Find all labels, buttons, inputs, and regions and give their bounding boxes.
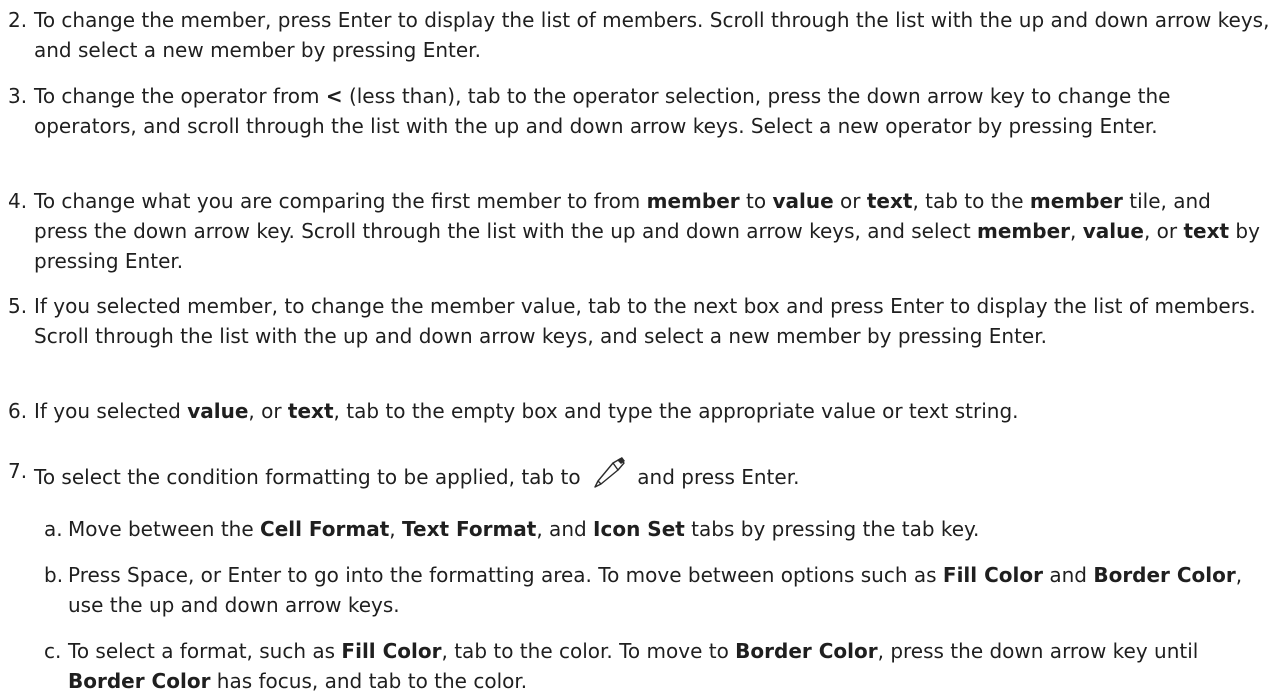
step-text: To change what you are comparing the fir…: [8, 186, 1270, 276]
pencil-icon: [587, 456, 631, 490]
step-number: 5.: [8, 294, 28, 318]
step-text: To change the operator from < (less than…: [8, 81, 1270, 141]
text-segment: If you selected member, to change the me…: [34, 294, 1256, 348]
text-segment: If you selected: [34, 399, 188, 423]
step-text: To select the condition formatting to be…: [8, 456, 1270, 492]
step-number: 6.: [8, 399, 28, 423]
bold-term: Text Format: [402, 517, 537, 541]
step-text: If you selected value, or text, tab to t…: [8, 396, 1270, 426]
bold-term: value: [187, 399, 249, 423]
bold-term: Border Color: [735, 639, 878, 663]
step-3: 3. To change the operator from < (less t…: [8, 81, 1270, 141]
bold-term: value: [772, 189, 834, 213]
bold-term: Fill Color: [942, 563, 1043, 587]
substep-text: To select a format, such as Fill Color, …: [44, 636, 1270, 696]
text-segment: , or: [248, 399, 288, 423]
text-segment: To change the operator from: [34, 84, 326, 108]
bold-term: member: [646, 189, 740, 213]
text-segment: has focus, and tab to the color.: [210, 669, 528, 693]
bold-term: Border Color: [68, 669, 211, 693]
text-segment: , and: [536, 517, 594, 541]
text-segment: , tab to the: [912, 189, 1030, 213]
bold-term: <: [325, 84, 343, 108]
text-segment: , tab to the color. To move to: [441, 639, 736, 663]
text-segment: ,: [389, 517, 403, 541]
substep-text: Move between the Cell Format, Text Forma…: [44, 514, 1270, 544]
substep-c: c. To select a format, such as Fill Colo…: [44, 636, 1270, 696]
substep-a: a. Move between the Cell Format, Text Fo…: [44, 514, 1270, 544]
step-5: 5. If you selected member, to change the…: [8, 291, 1270, 351]
text-segment: Press Space, or Enter to go into the for…: [68, 563, 943, 587]
bold-term: text: [1183, 219, 1230, 243]
text-segment: , tab to the empty box and type the appr…: [333, 399, 1019, 423]
text-segment: ,: [1070, 219, 1083, 243]
step-number: 4.: [8, 189, 28, 213]
text-segment: tabs by pressing the tab key.: [684, 517, 980, 541]
text-segment: To change the member, press Enter to dis…: [34, 8, 1270, 62]
substep-letter: b.: [44, 563, 64, 587]
substep-letter: c.: [44, 639, 62, 663]
step-7: 7. To select the condition formatting to…: [8, 456, 1270, 492]
substep-text: Press Space, or Enter to go into the for…: [44, 560, 1270, 620]
bold-term: Fill Color: [341, 639, 442, 663]
step-number: 2.: [8, 8, 28, 32]
bold-term: Icon Set: [593, 517, 685, 541]
text-segment: To select the condition formatting to be…: [34, 465, 587, 489]
substep-letter: a.: [44, 517, 63, 541]
text-segment: , press the down arrow key until: [877, 639, 1199, 663]
step-number: 3.: [8, 84, 28, 108]
bold-term: value: [1082, 219, 1144, 243]
bold-term: text: [287, 399, 334, 423]
bold-term: member: [1029, 189, 1123, 213]
text-segment: To change what you are comparing the fir…: [34, 189, 647, 213]
text-segment: or: [833, 189, 867, 213]
text-segment: To select a format, such as: [68, 639, 342, 663]
text-segment: Move between the: [68, 517, 261, 541]
bold-term: Border Color: [1093, 563, 1236, 587]
bold-term: member: [977, 219, 1071, 243]
bold-term: text: [866, 189, 913, 213]
step-text: To change the member, press Enter to dis…: [8, 5, 1270, 65]
text-segment: and: [1042, 563, 1094, 587]
step-6: 6. If you selected value, or text, tab t…: [8, 396, 1270, 426]
text-segment: and press Enter.: [630, 465, 800, 489]
step-number: 7.: [8, 459, 28, 483]
text-segment: , or: [1143, 219, 1184, 243]
step-text: If you selected member, to change the me…: [8, 291, 1270, 351]
substep-b: b. Press Space, or Enter to go into the …: [44, 560, 1270, 620]
step-4: 4. To change what you are comparing the …: [8, 186, 1270, 276]
step-2: 2. To change the member, press Enter to …: [8, 5, 1270, 65]
bold-term: Cell Format: [260, 517, 390, 541]
text-segment: to: [739, 189, 773, 213]
